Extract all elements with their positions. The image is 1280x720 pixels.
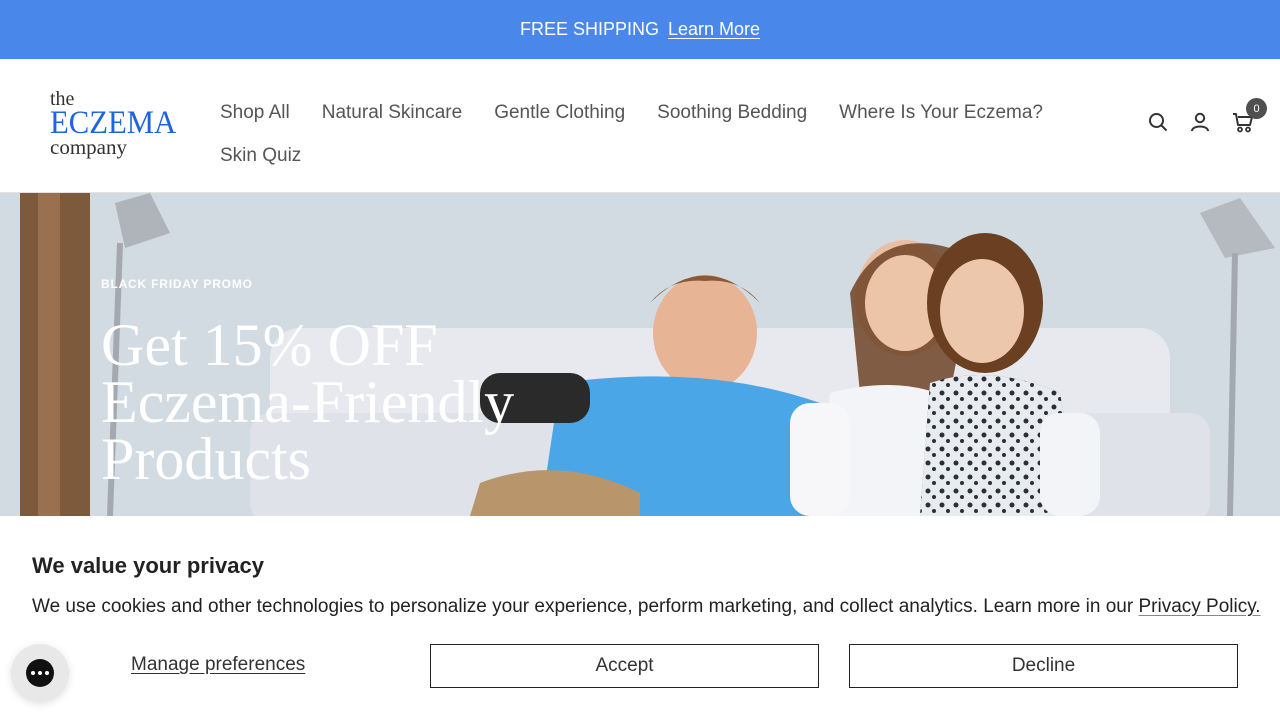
- main-nav: Shop All Natural Skincare Gentle Clothin…: [220, 91, 1070, 177]
- nav-shop-all[interactable]: Shop All: [220, 102, 290, 124]
- cookie-text-body: We use cookies and other technologies to…: [32, 596, 1139, 617]
- privacy-policy-link[interactable]: Privacy Policy.: [1138, 596, 1260, 617]
- search-icon[interactable]: [1148, 112, 1168, 132]
- logo[interactable]: the ECZEMA company: [50, 89, 177, 163]
- chat-icon: [26, 659, 54, 687]
- hero-banner[interactable]: BLACK FRIDAY PROMO Get 15% OFF Eczema-Fr…: [0, 193, 1280, 516]
- nav-where-is-your-eczema[interactable]: Where Is Your Eczema?: [839, 102, 1043, 124]
- site-header: the ECZEMA company Shop All Natural Skin…: [0, 59, 1280, 193]
- cart-count-badge: 0: [1246, 98, 1267, 119]
- announcement-bar: FREE SHIPPING Learn More: [0, 0, 1280, 59]
- cookie-title: We value your privacy: [32, 553, 264, 578]
- announcement-text: FREE SHIPPING: [519, 19, 659, 39]
- nav-gentle-clothing[interactable]: Gentle Clothing: [494, 102, 625, 124]
- nav-natural-skincare[interactable]: Natural Skincare: [322, 102, 462, 124]
- accept-button[interactable]: Accept: [430, 644, 819, 688]
- nav-soothing-bedding[interactable]: Soothing Bedding: [657, 102, 807, 124]
- chat-widget-button[interactable]: [11, 644, 69, 702]
- decline-button[interactable]: Decline: [849, 644, 1238, 688]
- hero-title-line-3: Products: [101, 426, 311, 492]
- hero-title: Get 15% OFF Eczema-Friendly Products: [101, 312, 621, 492]
- cookie-text: We use cookies and other technologies to…: [32, 596, 1261, 618]
- hero-title-line-1: Get 15% OFF: [101, 312, 438, 378]
- cart-icon[interactable]: 0: [1232, 98, 1267, 133]
- learn-more-link[interactable]: Learn More: [668, 19, 760, 40]
- cookie-banner: We value your privacy We use cookies and…: [0, 516, 1280, 720]
- logo-line-eczema: ECZEMA: [50, 105, 177, 141]
- nav-skin-quiz[interactable]: Skin Quiz: [220, 145, 301, 167]
- header-icons: 0: [1148, 98, 1267, 133]
- manage-preferences-link[interactable]: Manage preferences: [131, 654, 305, 676]
- hero-title-line-2: Eczema-Friendly: [101, 369, 515, 435]
- account-icon[interactable]: [1190, 112, 1210, 132]
- hero-eyebrow: BLACK FRIDAY PROMO: [101, 277, 253, 291]
